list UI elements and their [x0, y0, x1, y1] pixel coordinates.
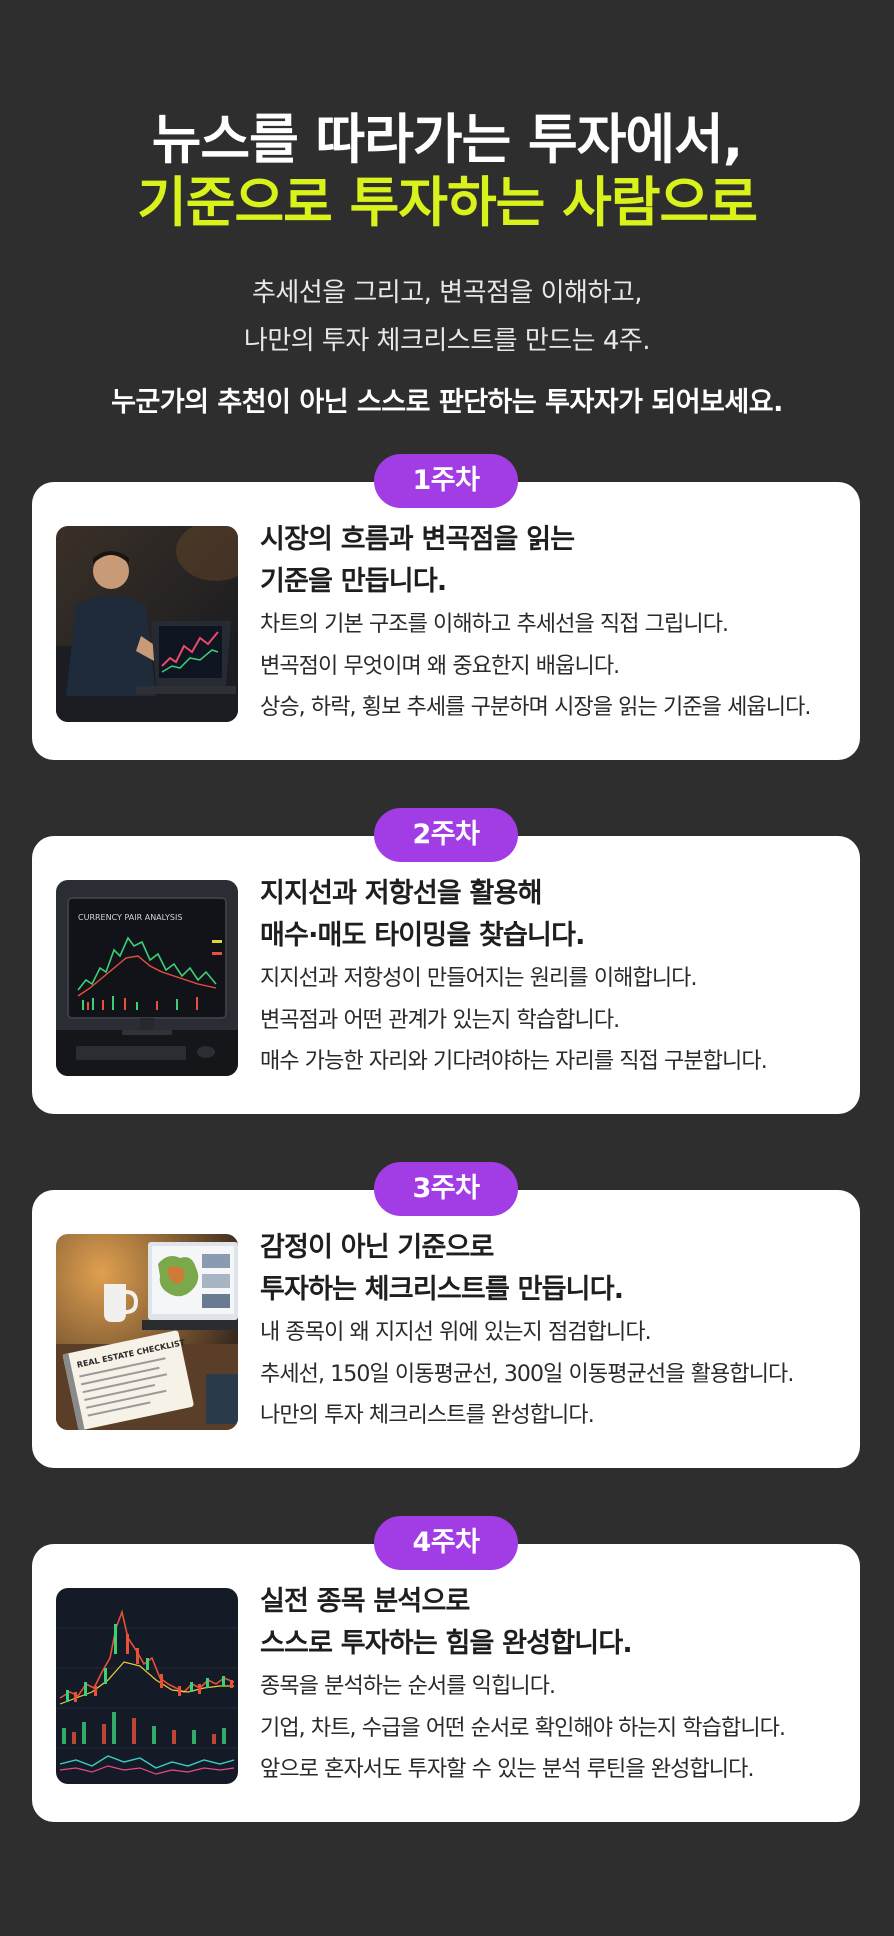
card-desc-2: 기업, 차트, 수급을 어떤 순서로 확인해야 하는지 학습합니다. — [260, 1716, 786, 1741]
subtitle-line-1: 추세선을 그리고, 변곡점을 이해하고, — [251, 278, 643, 308]
week-card: 시장의 흐름과 변곡점을 읽는 기준을 만듭니다. 차트의 기본 구조를 이해하… — [32, 482, 860, 760]
card-desc-1: 차트의 기본 구조를 이해하고 추세선을 직접 그립니다. — [260, 612, 729, 637]
card-title-line-1: 실전 종목 분석으로 — [260, 1586, 470, 1617]
week-2-section: 2주차 CURRENCY PAIR ANALYSIS 지지선과 저항선을 활용해 — [32, 808, 860, 1114]
week-badge: 3주차 — [374, 1162, 518, 1216]
card-desc-1: 내 종목이 왜 지지선 위에 있는지 점검합니다. — [260, 1320, 652, 1345]
headline-line-2: 기준으로 투자하는 사람으로 — [137, 171, 758, 234]
card-desc-3: 상승, 하락, 횡보 추세를 구분하며 시장을 읽는 기준을 세웁니다. — [260, 695, 811, 720]
card-desc-1: 종목을 분석하는 순서를 익힙니다. — [260, 1674, 556, 1699]
card-desc-2: 변곡점과 어떤 관계가 있는지 학습합니다. — [260, 1008, 620, 1033]
stock-chart-image — [56, 1588, 238, 1784]
card-desc-3: 매수 가능한 자리와 기다려야하는 자리를 직접 구분합니다. — [260, 1049, 768, 1074]
subtitle-line-2: 나만의 투자 체크리스트를 만드는 4주. — [243, 326, 651, 356]
week-3-section: 3주차 REAL ESTATE CHECKLIST 감정이 아닌 기준으로 투자… — [32, 1162, 860, 1468]
card-desc-3: 나만의 투자 체크리스트를 완성합니다. — [260, 1403, 595, 1428]
week-4-section: 4주차 실전 종목 분석으로 스스로 투자하는 힘을 완성합니다. 종목을 분석… — [32, 1516, 860, 1822]
week-badge: 4주차 — [374, 1516, 518, 1570]
subtitle-line-3: 누군가의 추천이 아닌 스스로 판단하는 투자자가 되어보세요. — [111, 387, 783, 418]
card-title-line-2: 매수·매도 타이밍을 찾습니다. — [260, 920, 585, 951]
week-badge: 2주차 — [374, 808, 518, 862]
man-at-laptop-image — [56, 526, 238, 722]
card-desc-1: 지지선과 저항성이 만들어지는 원리를 이해합니다. — [260, 966, 698, 991]
card-title-line-1: 시장의 흐름과 변곡점을 읽는 — [260, 524, 575, 555]
card-title-line-2: 스스로 투자하는 힘을 완성합니다. — [260, 1628, 633, 1659]
card-title-line-1: 지지선과 저항선을 활용해 — [260, 878, 542, 909]
card-title-line-2: 기준을 만듭니다. — [260, 566, 447, 597]
card-title-line-2: 투자하는 체크리스트를 만듭니다. — [260, 1274, 624, 1305]
checklist-desk-image: REAL ESTATE CHECKLIST — [56, 1234, 238, 1430]
week-card: 실전 종목 분석으로 스스로 투자하는 힘을 완성합니다. 종목을 분석하는 순… — [32, 1544, 860, 1822]
screen-title-text: CURRENCY PAIR ANALYSIS — [78, 913, 182, 922]
card-desc-3: 앞으로 혼자서도 투자할 수 있는 분석 루틴을 완성합니다. — [260, 1757, 754, 1782]
week-card: CURRENCY PAIR ANALYSIS 지지선과 저항선을 활용해 매수·… — [32, 836, 860, 1114]
week-1-section: 1주차 시장의 흐름과 변곡점을 읽는 기준을 만듭니다. 차트의 기본 구조를… — [32, 454, 860, 760]
card-desc-2: 변곡점이 무엇이며 왜 중요한지 배웁니다. — [260, 654, 620, 679]
headline-line-1: 뉴스를 따라가는 투자에서, — [151, 108, 744, 171]
monitor-chart-image: CURRENCY PAIR ANALYSIS — [56, 880, 238, 1076]
card-title-line-1: 감정이 아닌 기준으로 — [260, 1232, 494, 1263]
week-badge: 1주차 — [374, 454, 518, 508]
week-card: REAL ESTATE CHECKLIST 감정이 아닌 기준으로 투자하는 체… — [32, 1190, 860, 1468]
card-desc-2: 추세선, 150일 이동평균선, 300일 이동평균선을 활용합니다. — [260, 1362, 794, 1387]
